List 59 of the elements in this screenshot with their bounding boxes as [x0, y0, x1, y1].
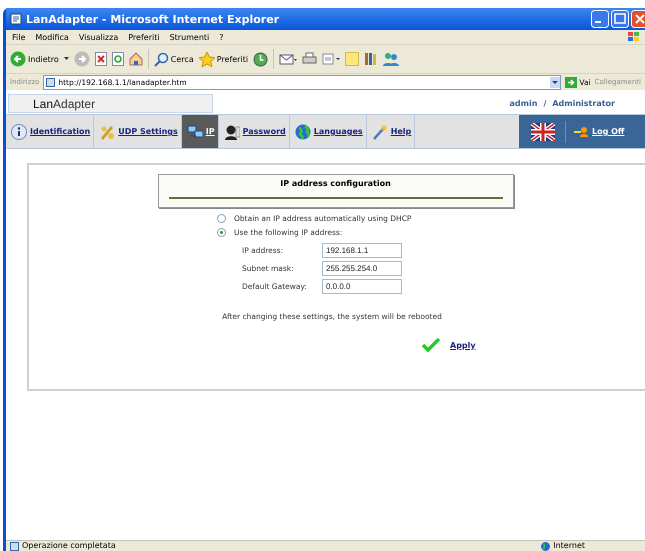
search-icon[interactable]: [154, 52, 169, 66]
people-icon[interactable]: [383, 52, 400, 66]
nav-tab[interactable]: Help: [366, 115, 416, 148]
input-field[interactable]: 255.255.254.0: [322, 261, 402, 276]
menu-item[interactable]: Preferiti: [128, 32, 160, 42]
page-icon: [46, 78, 56, 86]
mail-icon[interactable]: [279, 52, 298, 66]
close-button[interactable]: [631, 10, 645, 28]
favorites-button[interactable]: Preferiti: [216, 54, 248, 64]
zone-text: Internet: [553, 542, 585, 550]
menu-item[interactable]: ?: [219, 32, 224, 42]
nav-tab[interactable]: Languages: [290, 115, 367, 148]
wand-icon: [372, 124, 388, 140]
separator-text: /: [543, 99, 546, 108]
radio-button[interactable]: [217, 214, 226, 223]
status-text: Operazione completata: [22, 542, 116, 550]
search-button[interactable]: Cerca: [170, 54, 194, 64]
star-icon[interactable]: [198, 52, 215, 66]
minimize-button[interactable]: [591, 10, 609, 28]
input-field[interactable]: 0.0.0.0: [322, 279, 402, 294]
apply-link[interactable]: Apply: [450, 340, 476, 350]
menu-item[interactable]: File: [12, 32, 26, 42]
form-title: IP address configuration: [280, 179, 391, 188]
network-icon: [186, 124, 203, 140]
menu-item[interactable]: Modifica: [35, 32, 69, 42]
menu-item[interactable]: Strumenti: [170, 32, 210, 42]
dropdown-caret-icon[interactable]: [64, 57, 69, 61]
books-icon[interactable]: [364, 52, 378, 66]
stop-icon[interactable]: [94, 52, 107, 66]
maximize-button[interactable]: [611, 10, 629, 28]
user-role: Administrator: [552, 99, 615, 108]
logo: LanAdapter: [8, 94, 213, 113]
back-button[interactable]: Indietro: [28, 54, 59, 64]
nav-tab[interactable]: IP: [182, 115, 219, 148]
nav-tab[interactable]: Identification: [6, 115, 94, 148]
user-name: admin: [510, 99, 538, 108]
log-off-link[interactable]: Log Off: [574, 126, 624, 138]
home-icon[interactable]: [128, 52, 143, 66]
document-icon[interactable]: [322, 52, 340, 66]
printer-icon[interactable]: [302, 52, 318, 66]
globe-icon: [294, 124, 311, 140]
checkmark-icon: [422, 338, 440, 352]
go-arrow-icon: [565, 76, 578, 88]
input-field[interactable]: 192.168.1.1: [322, 243, 402, 258]
history-icon[interactable]: [253, 52, 268, 66]
radio-button[interactable]: [217, 228, 226, 237]
nav-tab[interactable]: Password: [218, 115, 290, 148]
person-icon: [224, 124, 240, 140]
page-icon: [10, 13, 22, 25]
menu-item[interactable]: Visualizza: [78, 32, 118, 42]
dropdown-caret-icon[interactable]: [550, 76, 560, 88]
info-icon: [11, 124, 27, 140]
windows-logo-icon: [627, 31, 641, 43]
refresh-icon[interactable]: [112, 52, 124, 66]
window-title: LanAdapter - Microsoft Internet Explorer: [26, 12, 280, 26]
globe-icon: [541, 542, 550, 550]
page-icon: [10, 542, 19, 550]
user-key-icon: [574, 126, 588, 138]
union-flag-icon[interactable]: [531, 122, 555, 140]
